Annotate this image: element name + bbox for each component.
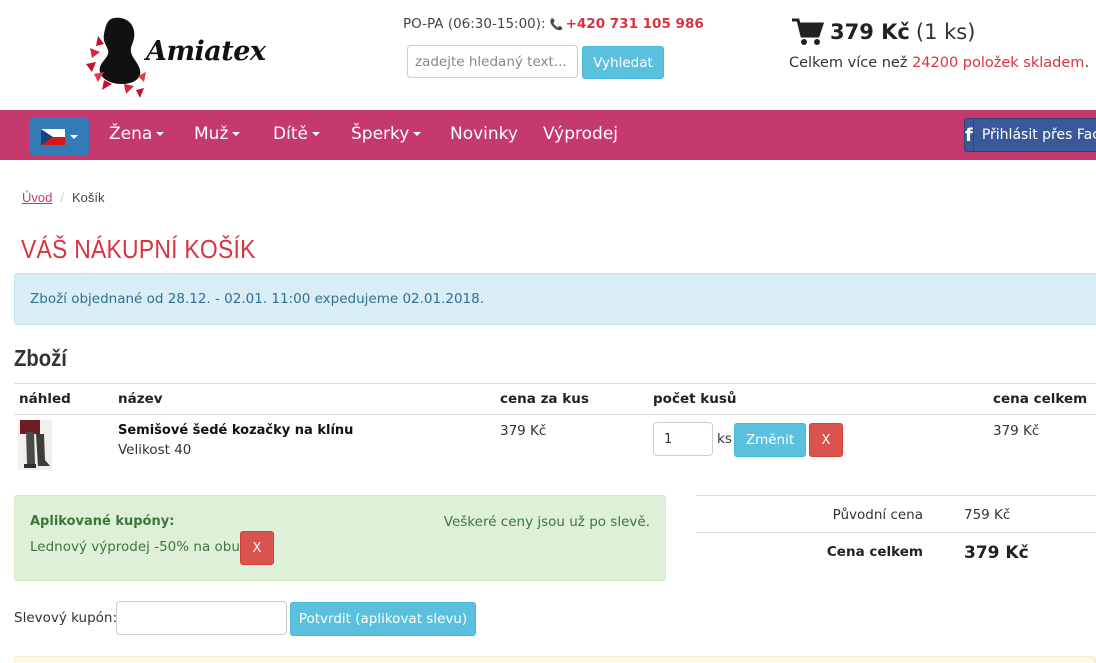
table-divider xyxy=(14,383,1096,384)
search-input[interactable] xyxy=(407,45,578,78)
site-logo[interactable]: Amiatex xyxy=(84,14,266,100)
breadcrumb-current: Košík xyxy=(71,190,105,205)
nav-item-label: Dítě xyxy=(273,124,308,144)
main-nav: Žena Muž Dítě Šperky Novinky Výprodej f … xyxy=(0,110,1096,160)
column-header-total: cena celkem xyxy=(993,391,1088,407)
phone-icon: 📞 xyxy=(549,18,564,31)
applied-coupon-name: Lednový výprodej -50% na obuv xyxy=(30,539,248,555)
column-header-unit-price: cena za kus xyxy=(500,391,589,407)
nav-item-label: Novinky xyxy=(450,124,518,144)
stock-info: Celkem více než 24200 položek skladem. xyxy=(789,55,1089,71)
cart-price: 379 Kč xyxy=(830,20,910,44)
nav-item-label: Žena xyxy=(109,124,153,144)
shipping-info-alert: Zboží objednané od 28.12. - 02.01. 11:00… xyxy=(14,273,1096,325)
facebook-login-button[interactable]: f Přihlásit přes Facebook xyxy=(964,118,1096,152)
cart-icon xyxy=(792,18,824,45)
column-header-preview: náhled xyxy=(19,391,71,407)
czech-flag-icon xyxy=(40,128,65,145)
facebook-login-label: Přihlásit přes Facebook xyxy=(981,127,1096,143)
stock-suffix: . xyxy=(1084,55,1090,71)
applied-coupons-box: Aplikované kupóny: Veškeré ceny jsou už … xyxy=(14,495,666,581)
apply-discount-button[interactable]: Potvrdit (aplikovat slevu) xyxy=(290,602,476,636)
change-quantity-button[interactable]: Změnit xyxy=(734,423,806,457)
breadcrumb-home-link[interactable]: Úvod xyxy=(22,190,52,205)
column-header-name: název xyxy=(118,391,163,407)
page-title: VÁŠ NÁKUPNÍ KOŠÍK xyxy=(21,234,256,264)
total-price-label: Cena celkem xyxy=(826,544,923,560)
total-price-value: 379 Kč xyxy=(964,543,1029,563)
chevron-down-icon xyxy=(311,132,320,136)
totals-divider xyxy=(696,532,1096,533)
stock-number: 24200 položek skladem xyxy=(912,55,1085,71)
nav-item-dite[interactable]: Dítě xyxy=(273,124,320,144)
chevron-down-icon xyxy=(232,132,241,136)
nav-item-muz[interactable]: Muž xyxy=(194,124,241,144)
nav-item-novinky[interactable]: Novinky xyxy=(450,124,518,144)
cart-summary[interactable]: 379 Kč (1 ks) xyxy=(792,18,975,46)
breadcrumb-separator: / xyxy=(60,190,64,205)
nav-item-label: Muž xyxy=(194,124,229,144)
product-name-link[interactable]: Semišové šedé kozačky na klínu xyxy=(118,423,353,438)
remove-coupon-button[interactable]: X xyxy=(240,531,274,565)
chevron-down-icon xyxy=(69,134,78,139)
facebook-icon: f xyxy=(965,119,974,151)
logo-text: Amiatex xyxy=(146,36,266,67)
hours-label: PO-PA (06:30-15:00): xyxy=(403,16,546,32)
table-divider xyxy=(14,414,1096,415)
search-button[interactable]: Vyhledat xyxy=(582,46,664,79)
coupons-note: Veškeré ceny jsou už po slevě. xyxy=(443,514,650,530)
phone-number[interactable]: +420 731 105 986 xyxy=(566,16,704,32)
discount-code-label: Slevový kupón: xyxy=(14,610,118,626)
nav-item-label: Výprodej xyxy=(543,124,619,144)
nav-item-vyprodej[interactable]: Výprodej xyxy=(543,124,618,144)
nav-item-sperky[interactable]: Šperky xyxy=(351,124,422,144)
opening-hours: PO-PA (06:30-15:00): 📞 +420 731 105 986 xyxy=(403,16,704,32)
product-variant: Velikost 40 xyxy=(118,442,192,458)
discount-code-input[interactable] xyxy=(116,601,287,635)
row-total-price: 379 Kč xyxy=(993,423,1040,439)
original-price-value: 759 Kč xyxy=(964,507,1011,523)
quantity-unit: ks xyxy=(717,431,732,447)
language-selector[interactable] xyxy=(29,118,89,155)
nav-item-label: Šperky xyxy=(351,124,410,144)
column-header-quantity: počet kusů xyxy=(653,391,737,407)
breadcrumb: Úvod / Košík xyxy=(22,190,105,205)
logo-silhouette-icon xyxy=(86,17,146,98)
remove-item-button[interactable]: X xyxy=(809,423,843,457)
totals-divider xyxy=(696,495,1096,496)
items-section-title: Zboží xyxy=(14,345,67,371)
product-thumbnail[interactable] xyxy=(18,420,52,470)
cart-count: (1 ks) xyxy=(915,20,976,44)
warning-alert xyxy=(14,656,1096,663)
coupons-title: Aplikované kupóny: xyxy=(30,514,175,529)
nav-item-zena[interactable]: Žena xyxy=(109,124,165,144)
original-price-label: Původní cena xyxy=(832,507,923,523)
unit-price: 379 Kč xyxy=(500,423,547,439)
chevron-down-icon xyxy=(413,132,422,136)
stock-prefix: Celkem více než xyxy=(789,55,908,71)
quantity-input[interactable] xyxy=(653,422,713,456)
chevron-down-icon xyxy=(156,132,165,136)
